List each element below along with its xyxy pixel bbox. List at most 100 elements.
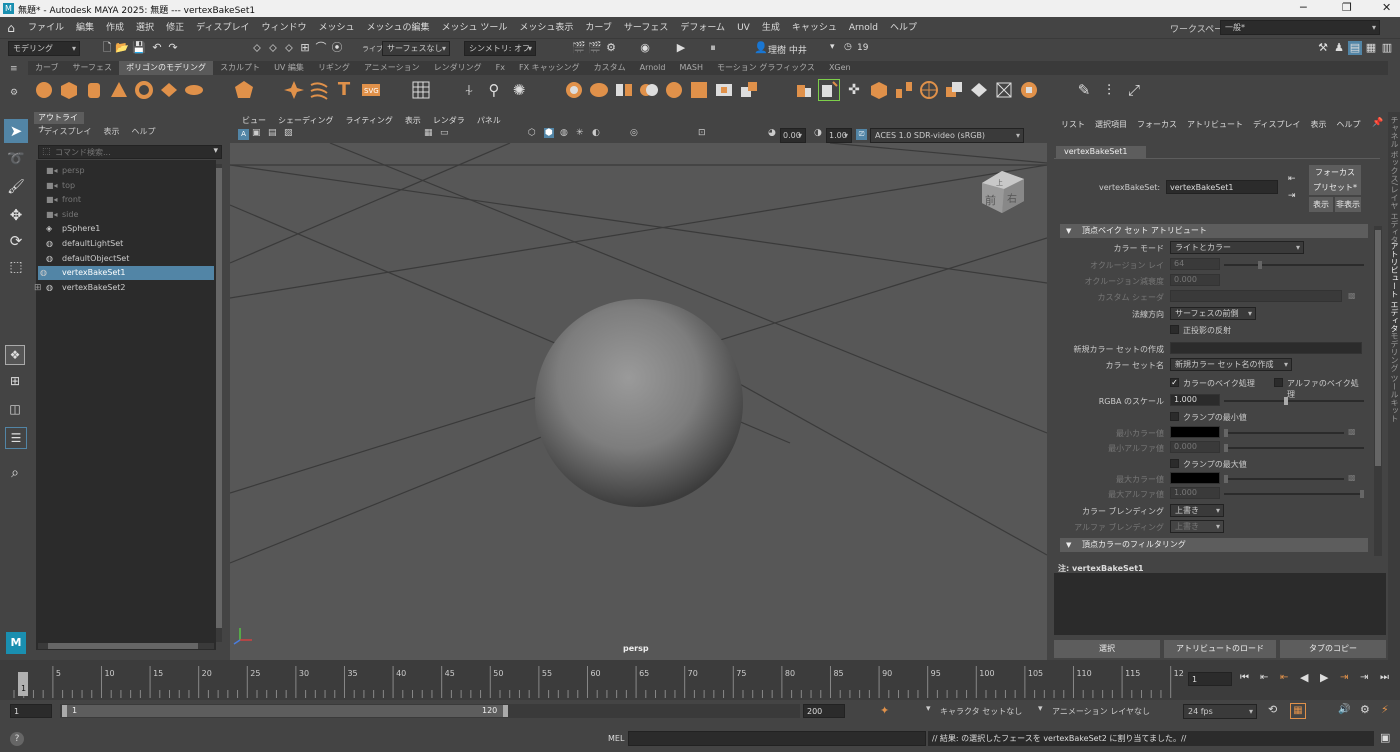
animation-end-field[interactable] [803, 704, 845, 718]
lasso-tool-icon[interactable]: ➰ [4, 147, 28, 171]
min-color-slider[interactable] [1224, 429, 1344, 437]
loop-icon[interactable]: ⟲ [1268, 703, 1277, 716]
right-tab-0[interactable]: チャネル ボックス/レイヤ エディタ [1389, 116, 1400, 244]
image-plane-icon[interactable]: ▨ [284, 128, 293, 138]
viewport-menu-0[interactable]: ビュー [236, 115, 272, 126]
shelf-tab-6[interactable]: アニメーション [357, 61, 427, 75]
combine-icon[interactable]: ⍭ [458, 79, 480, 101]
new-scene-icon[interactable]: 🗋 [100, 41, 114, 55]
outliner-item[interactable]: ◍ defaultObjectSet [46, 252, 129, 266]
attribute-vscroll[interactable] [1374, 226, 1382, 556]
min-alpha-slider[interactable] [1224, 444, 1364, 452]
home-icon[interactable]: ⌂ [0, 21, 22, 35]
notifications-icon[interactable]: ◷ [844, 42, 852, 52]
outliner-vscroll[interactable] [216, 164, 222, 642]
smooth-icon[interactable] [563, 79, 585, 101]
slide-edge-icon[interactable]: ⤢ [1123, 79, 1145, 101]
circularize-icon[interactable] [1018, 79, 1040, 101]
render-settings-icon[interactable]: ⚙ [604, 41, 618, 55]
max-alpha-field[interactable]: 1.000 [1170, 487, 1220, 499]
menu-14[interactable]: UV [731, 17, 756, 39]
shelf-tab-5[interactable]: リギング [311, 61, 357, 75]
collapse-icon[interactable] [943, 79, 965, 101]
select-button[interactable]: 選択 [1054, 640, 1160, 658]
notes-field[interactable] [1054, 573, 1386, 635]
occlusion-rays-field[interactable]: 64 [1170, 258, 1220, 270]
bake-color-checkbox[interactable]: ✓ [1170, 378, 1179, 387]
new-color-set-field[interactable] [1170, 342, 1362, 354]
map-button-icon[interactable]: ▩ [1348, 291, 1356, 300]
help-icon[interactable]: ? [10, 732, 24, 746]
tool-settings-icon[interactable]: ▦ [1364, 41, 1378, 55]
mode-dropdown[interactable]: モデリング [8, 41, 80, 56]
pause-icon[interactable]: ⏸ [706, 41, 720, 55]
orthographic-reflection-checkbox[interactable] [1170, 325, 1179, 334]
viewport-menu-2[interactable]: ライティング [339, 115, 398, 126]
shelf-tab-13[interactable]: モーション グラフィックス [710, 61, 822, 75]
clamp-min-checkbox[interactable] [1170, 412, 1179, 421]
command-input[interactable] [628, 731, 926, 746]
save-scene-icon[interactable]: 💾 [132, 41, 146, 55]
bookmarks-icon[interactable]: ▤ [268, 128, 277, 138]
expand-icon[interactable]: ⊞ [34, 281, 42, 295]
outliner-search-bar[interactable]: ⬚ ▾ [38, 145, 222, 159]
viewport-menu-5[interactable]: パネル [471, 115, 507, 126]
channel-box-icon[interactable]: ▥ [1380, 41, 1394, 55]
xray-icon[interactable]: ◎ [630, 128, 638, 138]
move-tool-icon[interactable]: ✥ [4, 203, 28, 227]
menu-6[interactable]: ウィンドウ [255, 17, 312, 39]
shelf-tab-11[interactable]: Arnold [633, 61, 673, 75]
copy-tab-button[interactable]: タブのコピー [1280, 640, 1386, 658]
attribute-editor-toggle-icon[interactable]: ▤ [1348, 41, 1362, 55]
poly-cylinder-icon[interactable] [83, 79, 105, 101]
rotate-tool-icon[interactable]: ⟳ [4, 229, 28, 253]
character-set-icon[interactable]: ▾ [926, 704, 931, 714]
outliner-hscroll[interactable] [38, 643, 214, 649]
user-name[interactable]: 理樹 中井 [768, 43, 807, 56]
type-tool-icon[interactable]: T [333, 79, 355, 101]
alpha-blending-dropdown[interactable]: 上書き [1170, 520, 1224, 533]
menu-8[interactable]: メッシュの編集 [360, 17, 435, 39]
menu-0[interactable]: ファイル [22, 17, 70, 39]
attr-menu-5[interactable]: 表示 [1305, 119, 1331, 130]
outliner-menu-1[interactable]: 表示 [97, 126, 125, 137]
pin-icon[interactable]: 📌 [1372, 118, 1383, 128]
outliner-item[interactable]: ⊞ ◍ vertexBakeSet2 [34, 281, 125, 295]
presets-button[interactable]: プリセット* [1309, 180, 1361, 195]
shelf-tab-1[interactable]: サーフェス [66, 61, 120, 75]
modeling-toolkit-icon[interactable]: ⚒ [1316, 41, 1330, 55]
color-set-name-dropdown[interactable]: 新規カラー セット名の作成 [1170, 358, 1292, 371]
outliner-menu-0[interactable]: ディスプレイ [38, 126, 97, 137]
snap-point-icon[interactable]: ⦿ [330, 41, 344, 55]
mirror-icon[interactable] [613, 79, 635, 101]
outliner-item[interactable]: ■◂ front [46, 193, 81, 207]
shelf-tab-10[interactable]: カスタム [587, 61, 633, 75]
shelf-tab-3[interactable]: スカルプト [213, 61, 267, 75]
boolean-icon[interactable] [638, 79, 660, 101]
two-view-layout-icon[interactable]: ◫ [5, 399, 25, 419]
exposure-field[interactable]: 0.00 [780, 128, 806, 143]
shelf-menu-icon[interactable]: ≡ [10, 64, 18, 74]
auto-key-icon[interactable]: ✦ [880, 704, 889, 717]
cache-playback-icon[interactable]: ▦ [1290, 703, 1306, 719]
right-tab-2[interactable]: モデリング ツールキット [1389, 332, 1400, 423]
outliner-item[interactable]: ◈ pSphere1 [46, 222, 100, 236]
step-back-key-icon[interactable]: ⇤ [1260, 672, 1268, 683]
clamp-max-checkbox[interactable] [1170, 459, 1179, 468]
section-vertex-bake-set[interactable]: 頂点ベイク セット アトリビュート [1060, 224, 1368, 238]
camera-attributes-icon[interactable]: ▣ [252, 128, 261, 138]
show-button[interactable]: 表示 [1309, 197, 1333, 212]
close-button[interactable]: ✕ [1382, 1, 1391, 14]
go-to-start-icon[interactable]: ⏮ [1240, 672, 1249, 683]
attr-menu-6[interactable]: ヘルプ [1331, 119, 1365, 130]
max-color-map-icon[interactable]: ▩ [1348, 473, 1356, 482]
fps-dropdown[interactable]: 24 fps [1183, 704, 1257, 719]
character-prefs-icon[interactable]: ⚡ [1381, 703, 1389, 716]
node-tab[interactable]: vertexBakeSet1 [1056, 146, 1146, 158]
shadows-icon[interactable]: ◐ [592, 128, 600, 138]
poly-sphere-icon[interactable] [33, 79, 55, 101]
hypershade-icon[interactable]: ◉ [638, 41, 652, 55]
outliner-menu-2[interactable]: ヘルプ [125, 126, 161, 137]
min-color-map-icon[interactable]: ▩ [1348, 427, 1356, 436]
rgba-scale-slider[interactable] [1224, 397, 1364, 405]
